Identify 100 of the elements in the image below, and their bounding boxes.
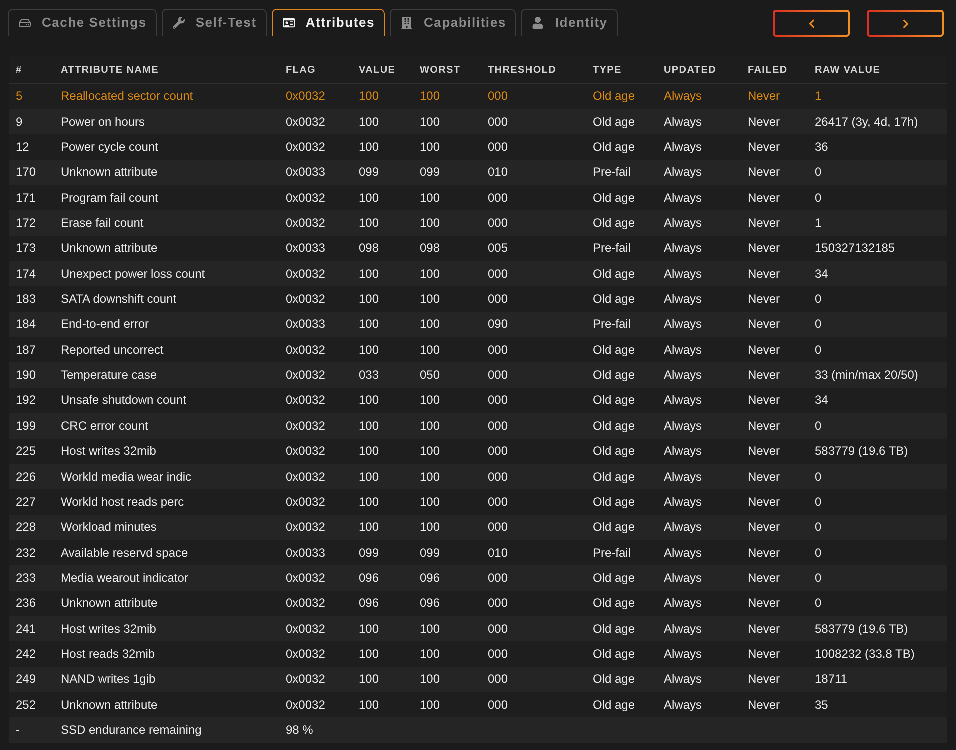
table-cell: 34 xyxy=(815,266,828,281)
table-cell: 0 xyxy=(815,317,822,332)
table-cell: 228 xyxy=(16,520,36,534)
table-cell: 100 xyxy=(359,444,380,458)
table-cell: 26417 (3y, 4d, 17h) xyxy=(815,114,918,129)
table-cell: Unknown attribute xyxy=(61,165,158,180)
table-cell: Always xyxy=(664,647,702,662)
tab[interactable]: Attributes xyxy=(272,9,386,36)
table-cell: Workld host reads perc xyxy=(61,494,184,509)
table-row[interactable]: 241 Host writes 32mib 0x0032 100 100 000 Old age Always Never 583779 (19.6 TB) xyxy=(9,616,947,642)
table-cell: 236 xyxy=(16,596,36,610)
tab[interactable]: Self-Test xyxy=(162,9,267,36)
table-cell: Never xyxy=(748,672,780,686)
table-cell: Old age xyxy=(593,494,636,509)
table-row[interactable]: 170 Unknown attribute 0x0033 099 099 010 Pre-fail Always Never 0 xyxy=(9,160,947,185)
table-cell: Always xyxy=(664,494,702,509)
table-cell: 583779 (19.6 TB) xyxy=(815,444,908,458)
table-cell: Always xyxy=(664,470,702,484)
table-cell: 225 xyxy=(16,444,36,458)
table-cell: 000 xyxy=(488,216,508,230)
table-cell: 170 xyxy=(16,165,36,180)
table-cell: 000 xyxy=(488,672,508,686)
column-header: FLAG xyxy=(286,65,316,76)
table-cell: 000 xyxy=(488,190,508,205)
table-cell: 099 xyxy=(359,546,380,560)
table-cell: Old age xyxy=(593,368,636,382)
table-cell: Program fail count xyxy=(61,190,158,205)
table-cell: 000 xyxy=(488,698,508,712)
table-cell: 099 xyxy=(420,165,440,180)
table-cell: 000 xyxy=(488,571,508,585)
previous-button[interactable] xyxy=(773,10,850,37)
table-cell: 233 xyxy=(16,571,36,585)
table-cell: 000 xyxy=(488,622,508,636)
table-cell: Old age xyxy=(593,622,636,636)
table-cell: Old age xyxy=(593,89,636,104)
table-cell: Erase fail count xyxy=(61,216,144,230)
table-cell: 0 xyxy=(815,520,822,534)
table-cell: Unknown attribute xyxy=(61,698,158,712)
table-cell: 0x0033 xyxy=(286,165,326,180)
table-cell: Old age xyxy=(593,292,636,306)
table-cell: Old age xyxy=(593,140,636,154)
table-cell: 241 xyxy=(16,622,36,636)
next-button[interactable] xyxy=(867,10,944,37)
table-cell: 090 xyxy=(488,317,508,332)
table-cell: 100 xyxy=(359,89,380,104)
table-cell: 1 xyxy=(815,89,822,104)
table-row[interactable]: 199 CRC error count 0x0032 100 100 000 Old age Always Never 0 xyxy=(9,413,947,439)
table-cell: - xyxy=(16,723,20,738)
table-cell: 150327132185 xyxy=(815,241,896,256)
table-row[interactable]: 233 Media wearout indicator 0x0032 096 096 000 Old age Always Never 0 xyxy=(9,565,947,591)
table-cell: 098 xyxy=(359,241,380,256)
table-cell: SATA downshift count xyxy=(61,292,177,306)
table-cell: 33 (min/max 20/50) xyxy=(815,368,918,382)
chevron-left-icon xyxy=(808,18,816,28)
table-row[interactable]: 190 Temperature case 0x0032 033 050 000 Old age Always Never 33 (min/max 20/50) xyxy=(9,362,947,388)
table-cell: Always xyxy=(664,241,702,256)
table-cell: 0x0032 xyxy=(286,266,326,281)
table-row[interactable]: 184 End-to-end error 0x0033 100 100 090 Pre-fail Always Never 0 xyxy=(9,312,947,338)
table-row[interactable]: 228 Workload minutes 0x0032 100 100 000 Old age Always Never 0 xyxy=(9,514,947,540)
table-cell: 0x0032 xyxy=(286,342,326,357)
tab[interactable]: Capabilities xyxy=(390,9,516,36)
table-cell: 100 xyxy=(420,216,440,230)
table-cell: 0x0032 xyxy=(286,672,326,686)
table-cell: 1008232 (33.8 TB) xyxy=(815,647,915,662)
table-cell: Power cycle count xyxy=(61,140,158,154)
tab[interactable]: Identity xyxy=(521,9,618,36)
table-cell: 249 xyxy=(16,672,36,686)
table-cell: 033 xyxy=(359,368,380,382)
table-cell: 100 xyxy=(359,190,380,205)
table-cell: Always xyxy=(664,622,702,636)
table-cell: 000 xyxy=(488,470,508,484)
table-cell: Pre-fail xyxy=(593,317,632,332)
table-cell: 100 xyxy=(420,266,440,281)
table-row[interactable]: 9 Power on hours 0x0032 100 100 000 Old age Always Never 26417 (3y, 4d, 17h) xyxy=(9,108,947,134)
table-cell: 100 xyxy=(359,698,380,712)
table-cell: Never xyxy=(748,418,780,433)
table-row[interactable]: - SSD endurance remaining 98 % xyxy=(9,717,947,743)
table-row[interactable]: 226 Workld media wear indic 0x0032 100 100 000 Old age Always Never 0 xyxy=(9,464,947,490)
table-cell: 100 xyxy=(359,140,380,154)
table-cell: 184 xyxy=(16,317,36,332)
table-cell: 36 xyxy=(815,140,828,154)
table-cell: Always xyxy=(664,140,702,154)
table-cell: 096 xyxy=(359,571,380,585)
table-cell: 0 xyxy=(815,190,822,205)
tab[interactable]: Cache Settings xyxy=(8,9,157,36)
table-cell: 227 xyxy=(16,494,36,509)
id-card-icon xyxy=(282,17,295,29)
table-cell: 183 xyxy=(16,292,36,306)
table-cell: Old age xyxy=(593,596,636,610)
table-row[interactable]: 249 NAND writes 1gib 0x0032 100 100 000 Old age Always Never 18711 xyxy=(9,666,947,692)
table-cell: Old age xyxy=(593,266,636,281)
table-cell: 0x0032 xyxy=(286,216,326,230)
table-cell: 0 xyxy=(815,292,822,306)
table-row[interactable]: 174 Unexpect power loss count 0x0032 100 100 000 Old age Always Never 34 xyxy=(9,261,947,286)
table-cell: 100 xyxy=(420,647,440,662)
table-cell: Media wearout indicator xyxy=(61,571,188,585)
table-cell: 100 xyxy=(420,89,440,104)
table-row[interactable]: 172 Erase fail count 0x0032 100 100 000 Old age Always Never 1 xyxy=(9,210,947,236)
table-cell: 000 xyxy=(488,393,508,408)
table-cell: Old age xyxy=(593,470,636,484)
